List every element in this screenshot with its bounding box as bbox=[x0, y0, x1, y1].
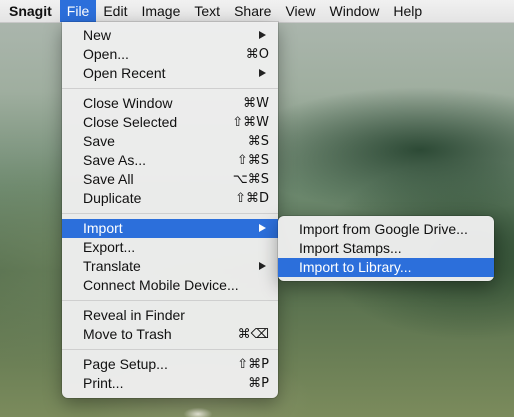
menu-item-label: Translate bbox=[83, 258, 141, 274]
menu-item-label: Reveal in Finder bbox=[83, 307, 185, 323]
menu-item-new[interactable]: New bbox=[62, 26, 278, 45]
menu-separator bbox=[62, 300, 278, 301]
menu-image[interactable]: Image bbox=[134, 0, 187, 22]
menu-item-import-to-library[interactable]: Import to Library... bbox=[278, 258, 494, 277]
import-submenu: Import from Google Drive... Import Stamp… bbox=[278, 216, 494, 281]
shortcut-label: ⇧⌘P bbox=[237, 357, 269, 372]
menu-share[interactable]: Share bbox=[227, 0, 278, 22]
menu-view[interactable]: View bbox=[278, 0, 322, 22]
submenu-arrow-icon bbox=[259, 31, 266, 39]
shortcut-label: ⇧⌘D bbox=[235, 191, 269, 206]
menu-edit[interactable]: Edit bbox=[96, 0, 134, 22]
menu-item-label: Save All bbox=[83, 171, 134, 187]
menu-item-move-to-trash[interactable]: Move to Trash ⌘⌫ bbox=[62, 325, 278, 344]
menu-item-connect-mobile-device[interactable]: Connect Mobile Device... bbox=[62, 276, 278, 295]
menu-separator bbox=[62, 213, 278, 214]
shortcut-label: ⌘S bbox=[247, 134, 269, 149]
menu-item-save-as[interactable]: Save As... ⇧⌘S bbox=[62, 151, 278, 170]
menu-item-label: Close Selected bbox=[83, 114, 178, 130]
shortcut-label: ⌘P bbox=[248, 376, 269, 391]
menu-bar: Snagit File Edit Image Text Share View W… bbox=[0, 0, 514, 23]
menu-item-close-window[interactable]: Close Window ⌘W bbox=[62, 94, 278, 113]
menu-item-save-all[interactable]: Save All ⌥⌘S bbox=[62, 170, 278, 189]
submenu-arrow-icon bbox=[259, 69, 266, 77]
submenu-arrow-icon bbox=[259, 224, 266, 232]
menu-snagit[interactable]: Snagit bbox=[0, 0, 60, 22]
menu-file[interactable]: File bbox=[59, 0, 97, 22]
menu-item-close-selected[interactable]: Close Selected ⇧⌘W bbox=[62, 113, 278, 132]
wallpaper-detail bbox=[178, 404, 218, 417]
shortcut-label: ⌘⌫ bbox=[237, 327, 269, 342]
menu-item-import[interactable]: Import bbox=[62, 219, 278, 238]
menu-item-label: Duplicate bbox=[83, 190, 142, 206]
menu-item-label: Import to Library... bbox=[299, 259, 412, 275]
menu-item-open-recent[interactable]: Open Recent bbox=[62, 64, 278, 83]
menu-help[interactable]: Help bbox=[386, 0, 429, 22]
menu-window[interactable]: Window bbox=[323, 0, 387, 22]
menu-text[interactable]: Text bbox=[187, 0, 227, 22]
menu-item-label: Import Stamps... bbox=[299, 240, 402, 256]
menu-item-label: Open Recent bbox=[83, 65, 166, 81]
shortcut-label: ⌘O bbox=[245, 47, 269, 62]
submenu-arrow-icon bbox=[259, 262, 266, 270]
menu-item-label: Print... bbox=[83, 375, 124, 391]
shortcut-label: ⌥⌘S bbox=[232, 172, 269, 187]
menu-item-label: Connect Mobile Device... bbox=[83, 277, 239, 293]
menu-separator bbox=[62, 349, 278, 350]
menu-item-label: Export... bbox=[83, 239, 136, 255]
menu-item-save[interactable]: Save ⌘S bbox=[62, 132, 278, 151]
menu-item-translate[interactable]: Translate bbox=[62, 257, 278, 276]
menu-item-label: Open... bbox=[83, 46, 129, 62]
menu-item-label: New bbox=[83, 27, 112, 43]
menu-item-label: Move to Trash bbox=[83, 326, 172, 342]
menu-item-duplicate[interactable]: Duplicate ⇧⌘D bbox=[62, 189, 278, 208]
shortcut-label: ⌘W bbox=[243, 96, 269, 111]
menu-item-import-stamps[interactable]: Import Stamps... bbox=[278, 239, 494, 258]
menu-item-label: Save As... bbox=[83, 152, 147, 168]
menu-item-open[interactable]: Open... ⌘O bbox=[62, 45, 278, 64]
menu-item-reveal-in-finder[interactable]: Reveal in Finder bbox=[62, 306, 278, 325]
shortcut-label: ⇧⌘S bbox=[236, 153, 269, 168]
menu-item-label: Close Window bbox=[83, 95, 173, 111]
menu-item-label: Page Setup... bbox=[83, 356, 168, 372]
menu-separator bbox=[62, 88, 278, 89]
menu-item-export[interactable]: Export... bbox=[62, 238, 278, 257]
menu-item-label: Import bbox=[83, 220, 123, 236]
file-menu-dropdown: New Open... ⌘O Open Recent Close Window … bbox=[62, 22, 278, 398]
shortcut-label: ⇧⌘W bbox=[232, 115, 269, 130]
menu-item-print[interactable]: Print... ⌘P bbox=[62, 374, 278, 393]
menu-item-label: Save bbox=[83, 133, 115, 149]
menu-item-import-from-google-drive[interactable]: Import from Google Drive... bbox=[278, 220, 494, 239]
menu-item-page-setup[interactable]: Page Setup... ⇧⌘P bbox=[62, 355, 278, 374]
menu-item-label: Import from Google Drive... bbox=[299, 221, 468, 237]
